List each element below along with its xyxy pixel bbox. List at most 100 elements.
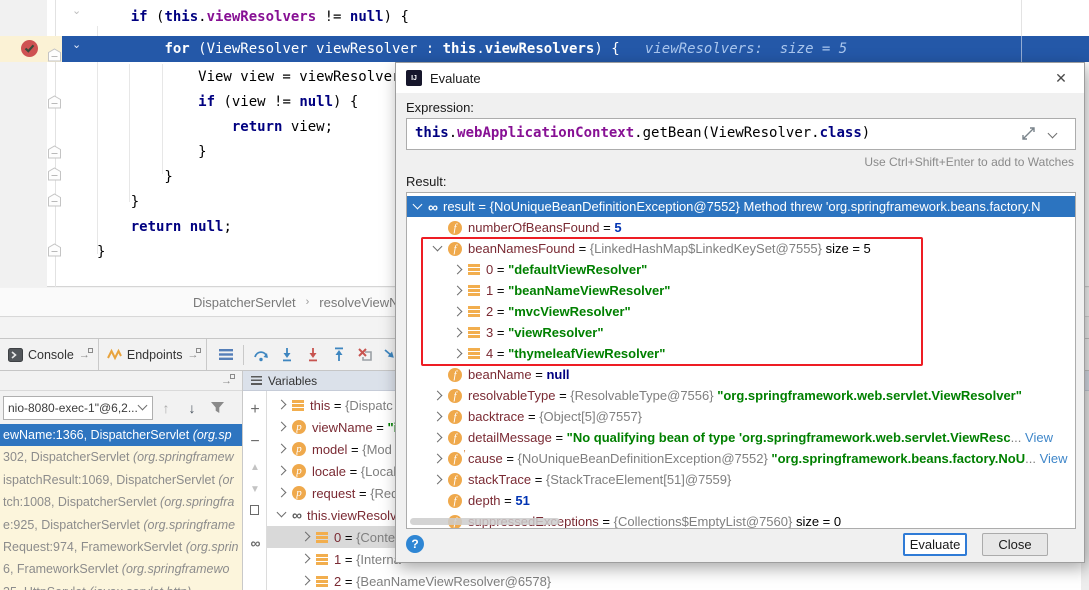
fold-marker-icon[interactable] bbox=[47, 243, 62, 257]
thread-selector-row: nio-8080-exec-1"@6,2... ↑ ↓ bbox=[0, 391, 242, 424]
tree-row[interactable]: fnumberOfBeansFound = 5 bbox=[407, 217, 1075, 238]
chevron-right-icon[interactable] bbox=[277, 400, 287, 410]
chevron-right-icon[interactable] bbox=[433, 475, 443, 485]
code-line[interactable]: } bbox=[97, 141, 207, 163]
code-line[interactable]: return view; bbox=[97, 116, 333, 138]
next-frame-button[interactable]: ↓ bbox=[179, 400, 205, 416]
tree-row[interactable]: ∞result = {NoUniqueBeanDefinitionExcepti… bbox=[407, 196, 1075, 217]
stack-frame[interactable]: ewName:1366, DispatcherServlet (org.sp bbox=[0, 424, 242, 446]
chevron-right-icon[interactable] bbox=[433, 433, 443, 443]
expand-icon[interactable] bbox=[1022, 127, 1035, 140]
code-line[interactable]: for (ViewResolver viewResolver : this.vi… bbox=[97, 38, 847, 60]
close-icon[interactable]: ✕ bbox=[1052, 69, 1070, 87]
horizontal-scrollbar-thumb[interactable] bbox=[410, 518, 560, 525]
tree-row[interactable]: fbeanName = null bbox=[407, 364, 1075, 385]
move-watch-up-button[interactable]: ▲ bbox=[243, 461, 267, 475]
tab-console[interactable]: Console → bbox=[0, 339, 99, 370]
text-segment: viewResolvers: size = 5 bbox=[645, 41, 847, 57]
show-tab-arrow-icon[interactable]: → bbox=[79, 350, 90, 360]
code-line[interactable]: } bbox=[97, 166, 173, 188]
help-button[interactable]: ? bbox=[406, 535, 424, 553]
code-line[interactable]: if (this.viewResolvers != null) { bbox=[97, 6, 409, 28]
fold-marker-icon[interactable] bbox=[47, 145, 62, 159]
evaluate-button[interactable]: Evaluate bbox=[903, 533, 967, 556]
fold-marker-icon[interactable] bbox=[47, 193, 62, 207]
verified-breakpoint-icon[interactable] bbox=[20, 39, 39, 58]
close-button[interactable]: Close bbox=[982, 533, 1048, 556]
parameter-icon: p bbox=[292, 464, 306, 478]
step-out-button[interactable] bbox=[326, 343, 352, 367]
stack-frame[interactable]: 6, FrameworkServlet (org.springframewo bbox=[0, 558, 242, 580]
text-segment: model bbox=[312, 442, 347, 457]
fold-chevron-icon[interactable]: ⌄ bbox=[72, 38, 81, 51]
move-watch-down-button[interactable]: ▼ bbox=[243, 483, 267, 497]
row-text: model = {Mod bbox=[312, 442, 392, 457]
tree-row[interactable]: fdepth = 51 bbox=[407, 490, 1075, 511]
text-segment: ( bbox=[148, 9, 165, 25]
tab-endpoints[interactable]: Endpoints → bbox=[99, 339, 208, 370]
chevron-right-icon[interactable] bbox=[301, 532, 311, 542]
tree-row[interactable]: fcause = {NoUniqueBeanDefinitionExceptio… bbox=[407, 448, 1075, 469]
show-panel-arrow-icon[interactable]: → bbox=[221, 376, 232, 386]
show-watches-button[interactable]: ∞ bbox=[243, 536, 267, 550]
chevron-down-icon[interactable] bbox=[277, 510, 287, 520]
step-into-button[interactable] bbox=[274, 343, 300, 367]
chevron-right-icon[interactable] bbox=[433, 412, 443, 422]
chevron-right-icon[interactable] bbox=[301, 554, 311, 564]
fold-chevron-icon[interactable]: ⌄ bbox=[72, 4, 81, 17]
chevron-right-icon[interactable] bbox=[433, 391, 443, 401]
text-segment: = bbox=[347, 442, 362, 457]
chevron-right-icon[interactable] bbox=[433, 454, 443, 464]
show-tab-arrow-icon[interactable]: → bbox=[187, 350, 198, 360]
fold-marker-icon[interactable] bbox=[47, 167, 62, 181]
chevron-right-icon[interactable] bbox=[301, 576, 311, 586]
chevron-down-icon[interactable] bbox=[413, 202, 423, 212]
history-chevron-icon[interactable] bbox=[1048, 131, 1058, 141]
force-step-into-button[interactable] bbox=[300, 343, 326, 367]
text-segment: null bbox=[190, 219, 224, 235]
text-segment: {BeanNameViewResolver@6578} bbox=[356, 574, 551, 589]
text-segment: View view = viewResolver. bbox=[97, 69, 409, 85]
stack-frame[interactable]: e:925, DispatcherServlet (org.springfram… bbox=[0, 514, 242, 536]
tree-row[interactable]: 2 = {BeanNameViewResolver@6578} bbox=[267, 570, 1089, 590]
fold-marker-icon[interactable] bbox=[47, 48, 62, 62]
field-icon: f bbox=[448, 368, 462, 382]
filter-frames-icon[interactable] bbox=[210, 401, 236, 414]
breadcrumb-class[interactable]: DispatcherServlet bbox=[193, 295, 296, 310]
step-over-button[interactable] bbox=[248, 343, 274, 367]
breadcrumb-separator-icon: › bbox=[306, 296, 310, 308]
stack-frame[interactable]: 35, HttpServlet (javax.servlet.http) bbox=[0, 581, 242, 590]
fold-marker-icon[interactable] bbox=[47, 95, 62, 109]
frame-package: (org.springframe bbox=[143, 518, 235, 532]
expression-input[interactable]: this.webApplicationContext.getBean(ViewR… bbox=[406, 118, 1076, 150]
stack-frame[interactable]: 302, DispatcherServlet (org.springframew bbox=[0, 446, 242, 468]
copy-watch-button[interactable] bbox=[250, 505, 259, 515]
text-segment: locale bbox=[312, 464, 346, 479]
add-watch-button[interactable]: + bbox=[243, 403, 267, 417]
remove-watch-button[interactable]: − bbox=[243, 435, 267, 449]
text-segment: cause bbox=[468, 451, 503, 466]
chevron-right-icon[interactable] bbox=[277, 422, 287, 432]
chevron-right-icon[interactable] bbox=[277, 488, 287, 498]
chevron-right-icon[interactable] bbox=[277, 444, 287, 454]
tree-row[interactable]: fbacktrace = {Object[5]@7557} bbox=[407, 406, 1075, 427]
code-line[interactable]: View view = viewResolver. bbox=[97, 66, 409, 88]
dialog-titlebar[interactable]: IJ Evaluate bbox=[396, 63, 1084, 93]
chevron-right-icon[interactable] bbox=[277, 466, 287, 476]
code-line[interactable]: if (view != null) { bbox=[97, 91, 358, 113]
stack-frame[interactable]: ispatchResult:1069, DispatcherServlet (o… bbox=[0, 469, 242, 491]
watches-toolbar: + − ▲ ▼ ∞ bbox=[243, 391, 267, 590]
tree-row[interactable]: fresolvableType = {ResolvableType@7556} … bbox=[407, 385, 1075, 406]
thread-selector[interactable]: nio-8080-exec-1"@6,2... bbox=[3, 396, 153, 420]
text-segment: = bbox=[599, 514, 614, 529]
view-options-button[interactable] bbox=[213, 343, 239, 367]
drop-frame-button[interactable] bbox=[352, 343, 378, 367]
code-line[interactable]: return null; bbox=[97, 216, 232, 238]
code-line[interactable]: } bbox=[97, 241, 105, 263]
tree-row[interactable]: fdetailMessage = "No qualifying bean of … bbox=[407, 427, 1075, 448]
stack-frame[interactable]: tch:1008, DispatcherServlet (org.springf… bbox=[0, 491, 242, 513]
tree-row[interactable]: fstackTrace = {StackTraceElement[51]@755… bbox=[407, 469, 1075, 490]
previous-frame-button[interactable]: ↑ bbox=[153, 400, 179, 416]
stack-frame[interactable]: Request:974, FrameworkServlet (org.sprin bbox=[0, 536, 242, 558]
code-line[interactable]: } bbox=[97, 191, 139, 213]
